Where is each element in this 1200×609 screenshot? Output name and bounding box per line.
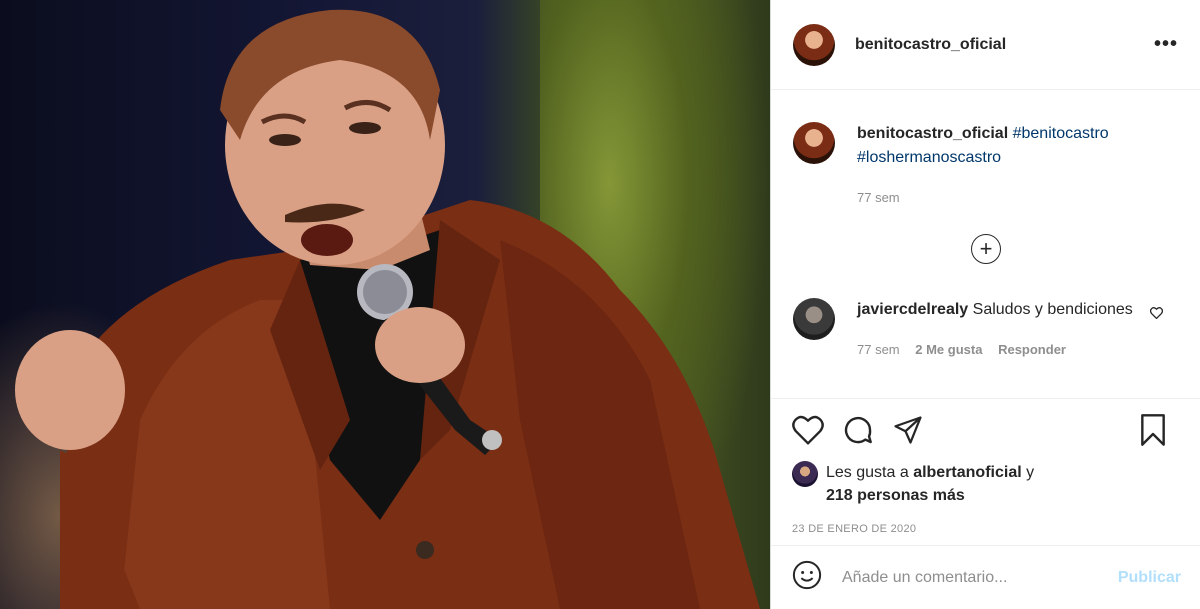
comment-icon[interactable] <box>842 414 874 446</box>
post-side-panel: benitocastro_oficial ••• benitocastro_of… <box>770 0 1200 609</box>
share-icon[interactable] <box>892 415 924 445</box>
likes-summary: Les gusta a albertanoficial y 218 person… <box>792 461 1185 507</box>
comment-item: javiercdelrealy Saludos y bendiciones 77… <box>793 298 1179 362</box>
post-actions: Les gusta a albertanoficial y 218 person… <box>771 398 1200 535</box>
publish-button[interactable]: Publicar <box>1118 569 1181 587</box>
load-more-comments-button[interactable]: + <box>971 234 1001 264</box>
commenter-username[interactable]: javiercdelrealy <box>857 301 968 318</box>
load-more-comments: + <box>793 234 1179 264</box>
likes-prefix: Les gusta a <box>826 464 909 481</box>
more-options-icon[interactable]: ••• <box>1154 33 1178 56</box>
comment-text: Saludos y bendiciones <box>972 301 1133 318</box>
author-avatar[interactable] <box>793 23 835 66</box>
post-photo[interactable] <box>0 0 770 609</box>
reply-button[interactable]: Responder <box>998 342 1066 357</box>
post-header: benitocastro_oficial ••• <box>771 0 1200 90</box>
author-username[interactable]: benitocastro_oficial <box>855 36 1006 54</box>
heart-small-icon[interactable] <box>1149 306 1164 324</box>
heart-icon[interactable] <box>792 415 824 445</box>
bookmark-icon[interactable] <box>1139 414 1167 446</box>
singer-illustration <box>15 9 760 609</box>
hashtag-link[interactable]: #loshermanoscastro <box>857 149 1001 166</box>
caption-avatar[interactable] <box>793 122 835 164</box>
commenter-avatar[interactable] <box>793 298 835 340</box>
emoji-icon[interactable] <box>792 560 822 595</box>
comment-time[interactable]: 77 sem <box>857 342 900 357</box>
liker-username[interactable]: albertanoficial <box>913 464 1021 481</box>
likes-others-link[interactable]: 218 personas más <box>826 487 965 504</box>
comment-likes[interactable]: 2 Me gusta <box>915 342 982 357</box>
post-caption: benitocastro_oficial #benitocastro #losh… <box>793 91 1179 210</box>
likes-suffix: y <box>1026 464 1035 481</box>
caption-time[interactable]: 77 sem <box>857 190 900 205</box>
post-date[interactable]: 23 DE ENERO DE 2020 <box>792 523 1185 535</box>
liker-avatar[interactable] <box>792 461 818 487</box>
hashtag-link[interactable]: #benitocastro <box>1013 125 1109 142</box>
comment-input[interactable] <box>842 568 1118 587</box>
caption-username[interactable]: benitocastro_oficial <box>857 125 1008 142</box>
add-comment-bar: Publicar <box>771 545 1200 609</box>
comments-list[interactable]: benitocastro_oficial #benitocastro #losh… <box>771 91 1200 398</box>
